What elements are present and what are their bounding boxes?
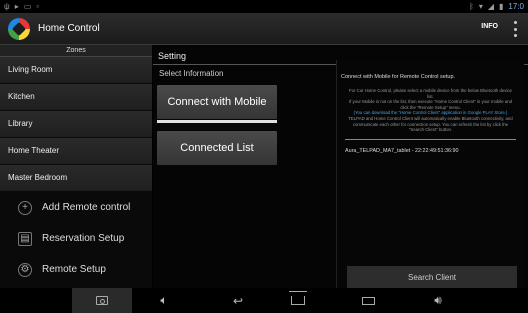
zones-header: Zones <box>0 45 152 57</box>
camera-icon <box>96 296 108 305</box>
screenshot-button[interactable] <box>72 288 132 313</box>
info-button[interactable]: INFO <box>481 23 498 30</box>
home-icon[interactable] <box>278 288 318 313</box>
app-title: Home Control <box>38 23 100 34</box>
overflow-menu-icon[interactable] <box>514 21 518 37</box>
volume-up-icon[interactable]: 🔊︎ <box>418 288 458 313</box>
signal-icon: ◢ <box>487 2 495 11</box>
app-logo-icon <box>8 17 30 40</box>
select-information-label: Select Information <box>159 69 224 78</box>
wifi-icon: ▾ <box>478 2 483 11</box>
volume-down-icon[interactable]: 🔈︎ <box>144 288 184 313</box>
zone-item-living-room[interactable]: Living Room <box>0 57 152 83</box>
search-client-button[interactable]: Search Client <box>347 266 517 288</box>
connect-with-mobile-button[interactable]: Connect with Mobile <box>157 85 277 119</box>
zone-item-kitchen[interactable]: Kitchen <box>0 84 152 110</box>
clock: 17:0 <box>508 2 524 11</box>
calendar-icon: ▤ <box>18 231 32 246</box>
reservation-setup-button[interactable]: ▤ Reservation Setup <box>0 224 152 253</box>
remote-setup-button[interactable]: ⚙ Remote Setup <box>0 255 152 284</box>
mobile-connect-panel: Connect with Mobile for Remote Control s… <box>336 60 524 288</box>
storage-icon: ▫ <box>36 2 40 11</box>
panel-desc-line-2: If your Mobile is not on the list, then … <box>348 99 513 110</box>
app-bar: Home Control INFO <box>0 13 528 45</box>
recent-apps-icon[interactable] <box>348 288 388 313</box>
zone-item-home-theater[interactable]: Home Theater <box>0 138 152 164</box>
gear-icon: ⚙ <box>18 262 32 277</box>
device-list-item[interactable]: Aura_TELPAD_MA7_tablet - 22:22:49:51:36:… <box>337 148 524 154</box>
panel-desc-line-1: For Cut Home Control, please select a mo… <box>349 88 512 99</box>
bluetooth-icon: ᛒ <box>469 2 474 11</box>
divider <box>345 138 516 140</box>
battery-icon: ▮ <box>499 2 504 11</box>
zone-item-master-bedroom[interactable]: Master Bedroom <box>0 165 152 191</box>
panel-desc-line-3: TELPAD and Home Control Client will auto… <box>348 115 513 133</box>
zone-list: Living Room Kitchen Library Home Theater… <box>0 57 152 191</box>
add-icon: + <box>18 200 32 215</box>
selected-indicator <box>157 120 277 123</box>
notification-icon: ▸ <box>14 2 19 11</box>
panel-title: Connect with Mobile for Remote Control s… <box>341 74 456 80</box>
navigation-bar: 🔈︎ ↩ 🔊︎ <box>0 288 528 313</box>
zones-sidebar: Zones Living Room Kitchen Library Home T… <box>0 45 152 288</box>
back-icon[interactable]: ↩ <box>218 288 258 313</box>
panel-description: For Cut Home Control, please select a mo… <box>337 88 524 133</box>
zone-item-library[interactable]: Library <box>0 111 152 137</box>
usb-icon: ψ <box>4 2 10 11</box>
setting-area: Setting Select Information Connect with … <box>153 45 528 288</box>
connected-list-button[interactable]: Connected List <box>157 131 277 165</box>
add-remote-control-label: Add Remote control <box>42 202 131 213</box>
image-icon: ▭ <box>23 2 32 11</box>
add-remote-control-button[interactable]: + Add Remote control <box>0 193 152 222</box>
status-bar: ψ ▸ ▭ ▫ ᛒ ▾ ◢ ▮ 17:0 <box>0 0 528 13</box>
remote-setup-label: Remote Setup <box>42 264 106 275</box>
reservation-setup-label: Reservation Setup <box>42 233 125 244</box>
